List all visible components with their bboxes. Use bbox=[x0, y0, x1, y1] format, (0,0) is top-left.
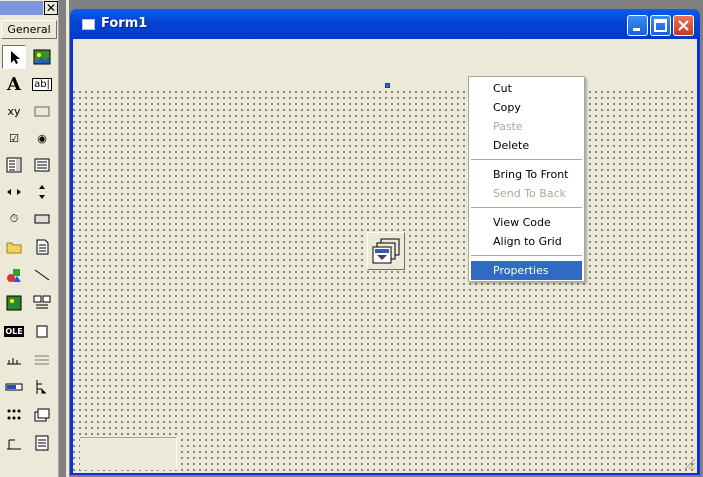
menu-separator bbox=[471, 159, 582, 160]
timer-icon[interactable]: ⏱ bbox=[2, 207, 26, 231]
frame-glyph: xy bbox=[7, 104, 21, 118]
menu-separator bbox=[471, 255, 582, 256]
control-icon bbox=[372, 238, 400, 264]
minimize-button[interactable] bbox=[627, 15, 648, 36]
selection-handle[interactable] bbox=[385, 83, 390, 88]
textbox-icon[interactable]: ab| bbox=[30, 72, 54, 96]
maximize-icon bbox=[654, 19, 667, 32]
close-icon bbox=[678, 20, 689, 31]
combobox-icon[interactable] bbox=[2, 153, 26, 177]
tool-29-icon[interactable] bbox=[2, 431, 26, 455]
optionbutton-glyph: ◉ bbox=[37, 131, 47, 145]
toolbox-titlebar[interactable] bbox=[0, 1, 43, 15]
mdi-edge bbox=[66, 0, 69, 477]
optionbutton-icon[interactable]: ◉ bbox=[30, 126, 54, 150]
timer-glyph: ⏱ bbox=[9, 212, 19, 225]
checkbox-glyph: ☑ bbox=[9, 131, 19, 145]
treeview-icon[interactable] bbox=[30, 375, 54, 399]
filelistbox-icon[interactable] bbox=[30, 235, 54, 259]
label-glyph: A bbox=[7, 73, 21, 95]
close-button[interactable] bbox=[673, 15, 694, 36]
minimize-icon bbox=[633, 28, 640, 31]
ole-icon[interactable]: OLE bbox=[2, 319, 26, 343]
form-title: Form1 bbox=[101, 16, 148, 31]
tool-22-icon[interactable] bbox=[30, 319, 54, 343]
listbox-icon[interactable] bbox=[30, 153, 54, 177]
maximize-button[interactable] bbox=[650, 15, 671, 36]
form-icon[interactable] bbox=[82, 19, 95, 30]
dirlistbox-icon[interactable] bbox=[2, 235, 26, 259]
picturebox-icon[interactable] bbox=[30, 45, 54, 69]
data-icon[interactable] bbox=[30, 291, 54, 315]
menu-item-send-to-back[interactable]: Send To Back bbox=[471, 184, 582, 203]
tool-23-icon[interactable] bbox=[2, 347, 26, 371]
tool-28-icon[interactable] bbox=[30, 403, 54, 427]
form-titlebar[interactable]: Form1 bbox=[70, 9, 700, 39]
checkbox-icon[interactable]: ☑ bbox=[2, 126, 26, 150]
menu-separator bbox=[471, 207, 582, 208]
tool-24-icon[interactable] bbox=[30, 347, 54, 371]
context-menu: Cut Copy Paste Delete Bring To Front Send To … bbox=[468, 76, 585, 282]
toolbox-tab-general[interactable]: General bbox=[1, 20, 57, 39]
menu-item-cut[interactable]: Cut bbox=[471, 79, 582, 98]
frame-icon[interactable]: xy bbox=[2, 99, 26, 123]
menu-item-bring-to-front[interactable]: Bring To Front bbox=[471, 165, 582, 184]
form-control[interactable] bbox=[367, 232, 405, 270]
menu-item-view-code[interactable]: View Code bbox=[471, 213, 582, 232]
hscrollbar-icon[interactable] bbox=[2, 180, 26, 204]
menu-item-paste[interactable]: Paste bbox=[471, 117, 582, 136]
toolbox-close-icon[interactable]: ✕ bbox=[44, 1, 58, 15]
vscrollbar-icon[interactable] bbox=[30, 180, 54, 204]
drivelistbox-icon[interactable] bbox=[30, 207, 54, 231]
shape-icon[interactable] bbox=[2, 263, 26, 287]
commandbutton-icon[interactable] bbox=[30, 99, 54, 123]
line-icon[interactable] bbox=[30, 263, 54, 287]
tool-27-icon[interactable] bbox=[2, 403, 26, 427]
form-status-cell bbox=[80, 437, 177, 470]
textbox-glyph: ab| bbox=[32, 77, 52, 91]
resize-grip-icon[interactable] bbox=[682, 456, 696, 470]
tool-30-icon[interactable] bbox=[30, 431, 54, 455]
label-icon[interactable]: A bbox=[2, 72, 26, 96]
pointer-icon[interactable] bbox=[2, 45, 26, 69]
menu-item-delete[interactable]: Delete bbox=[471, 136, 582, 155]
toolbox-panel: ✕ General Aab| xy ☑ ◉ ⏱ OLE bbox=[0, 0, 59, 477]
ole-glyph: OLE bbox=[4, 325, 24, 337]
menu-item-align-to-grid[interactable]: Align to Grid bbox=[471, 232, 582, 251]
menu-item-copy[interactable]: Copy bbox=[471, 98, 582, 117]
progressbar-icon[interactable] bbox=[2, 375, 26, 399]
image-icon[interactable] bbox=[2, 291, 26, 315]
menu-item-properties[interactable]: Properties bbox=[471, 261, 582, 280]
